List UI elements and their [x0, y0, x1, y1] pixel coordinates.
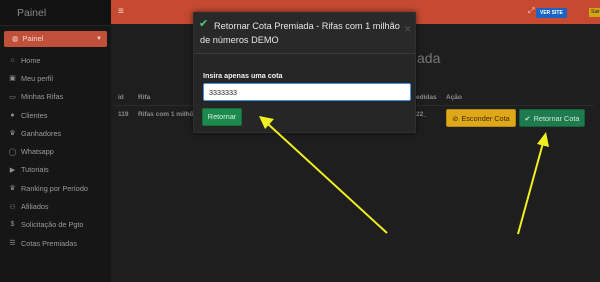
page-title: ada	[417, 50, 441, 66]
sidebar-item-label: Minhas Rifas	[21, 92, 64, 102]
column-header-rifa: Rifa	[138, 94, 151, 101]
hide-quota-button[interactable]: ⊘ Esconder Cota	[446, 109, 516, 127]
affiliates-icon: ⚇	[9, 203, 16, 211]
sidebar-item-label: Clientes	[21, 110, 48, 120]
video-icon: ▶	[9, 166, 16, 174]
dollar-icon: $	[10, 221, 15, 229]
sidebar-item-label: Ranking por Período	[21, 183, 88, 193]
column-header-vendidas: edidas	[416, 94, 437, 101]
column-header-id: id	[118, 94, 124, 101]
return-quota-label: Retornar Cota	[533, 113, 580, 123]
hide-quota-label: Esconder Cota	[461, 113, 510, 123]
sidebar-item-label: Afiliados	[21, 202, 49, 212]
whatsapp-icon: ◯	[8, 148, 17, 156]
brand-title: Painel Administrativo	[0, 0, 111, 45]
sidebar-menu: ⌂ Home ▣ Meu perfil ▭ Minhas Rifas ● Cliente…	[0, 51, 111, 252]
view-site-button[interactable]: VER SITE	[536, 8, 567, 18]
check-icon: ✔	[524, 113, 531, 123]
sidebar-item-home[interactable]: ⌂ Home	[0, 51, 111, 69]
modal-header: ✔ Retornar Cota Premiada - Rifas com 1 m…	[194, 13, 415, 54]
sidebar: Painel Administrativo ◍ Painel ▼ ⌂ Home ▣…	[0, 0, 111, 282]
submit-return-button[interactable]: Retornar	[202, 108, 242, 126]
sidebar-item-label: Solicitação de Pgto	[21, 220, 84, 230]
sidebar-item-rifas[interactable]: ▭ Minhas Rifas	[0, 88, 111, 106]
trophy-icon: ♛	[9, 130, 16, 138]
menu-toggle-icon[interactable]: ≡	[118, 6, 124, 17]
sidebar-item-tutoriais[interactable]: ▶ Tutoriais	[0, 161, 111, 179]
row-rifa: Rifas com 1 milhõ	[138, 111, 194, 118]
modal-title: Retornar Cota Premiada - Rifas com 1 mil…	[200, 21, 400, 45]
logout-button[interactable]: Sair	[589, 8, 600, 17]
row-sold: 22_	[416, 111, 427, 118]
return-quota-modal: ✔ Retornar Cota Premiada - Rifas com 1 m…	[193, 12, 416, 133]
eye-slash-icon: ⊘	[452, 113, 459, 123]
palette-icon: ◍	[12, 34, 19, 43]
sidebar-item-ganhadores[interactable]: ♛ Ganhadores	[0, 124, 111, 142]
sidebar-item-painel[interactable]: ◍ Painel ▼	[4, 31, 107, 47]
quota-input-label: Insira apenas uma cota	[203, 71, 283, 80]
sidebar-item-clientes[interactable]: ● Clientes	[0, 106, 111, 124]
quota-input[interactable]	[203, 83, 411, 101]
close-icon[interactable]: ✕	[404, 24, 412, 35]
column-header-acao: Ação	[446, 94, 462, 101]
sidebar-item-label: Tutoriais	[21, 165, 49, 175]
fullscreen-icon[interactable]: ⤢	[528, 6, 534, 16]
sidebar-item-ranking[interactable]: ♛ Ranking por Período	[0, 179, 111, 197]
sidebar-item-label: Whatsapp	[21, 147, 54, 157]
row-id: 119	[118, 111, 129, 118]
profile-icon: ▣	[9, 75, 16, 83]
sidebar-item-label: Ganhadores	[21, 128, 62, 138]
sidebar-item-label: Meu perfil	[21, 73, 54, 83]
return-quota-button[interactable]: ✔ Retornar Cota	[519, 109, 585, 127]
sidebar-item-label: Painel	[22, 34, 44, 43]
ticket-icon: ▭	[9, 93, 16, 101]
sidebar-item-label: Cotas Premiadas	[21, 238, 77, 248]
sidebar-item-afiliados[interactable]: ⚇ Afiliados	[0, 197, 111, 215]
sidebar-item-label: Home	[21, 55, 41, 65]
chevron-down-icon: ▼	[96, 36, 102, 42]
sidebar-item-whatsapp[interactable]: ◯ Whatsapp	[0, 142, 111, 160]
sidebar-item-cotas[interactable]: ☰ Cotas Premiadas	[0, 234, 111, 252]
trophy-icon: ♛	[9, 185, 16, 193]
home-icon: ⌂	[10, 56, 15, 64]
list-icon: ☰	[9, 240, 16, 248]
sidebar-item-profile[interactable]: ▣ Meu perfil	[0, 69, 111, 87]
users-icon: ●	[10, 111, 15, 119]
sidebar-item-pgto[interactable]: $ Solicitação de Pgto	[0, 216, 111, 234]
